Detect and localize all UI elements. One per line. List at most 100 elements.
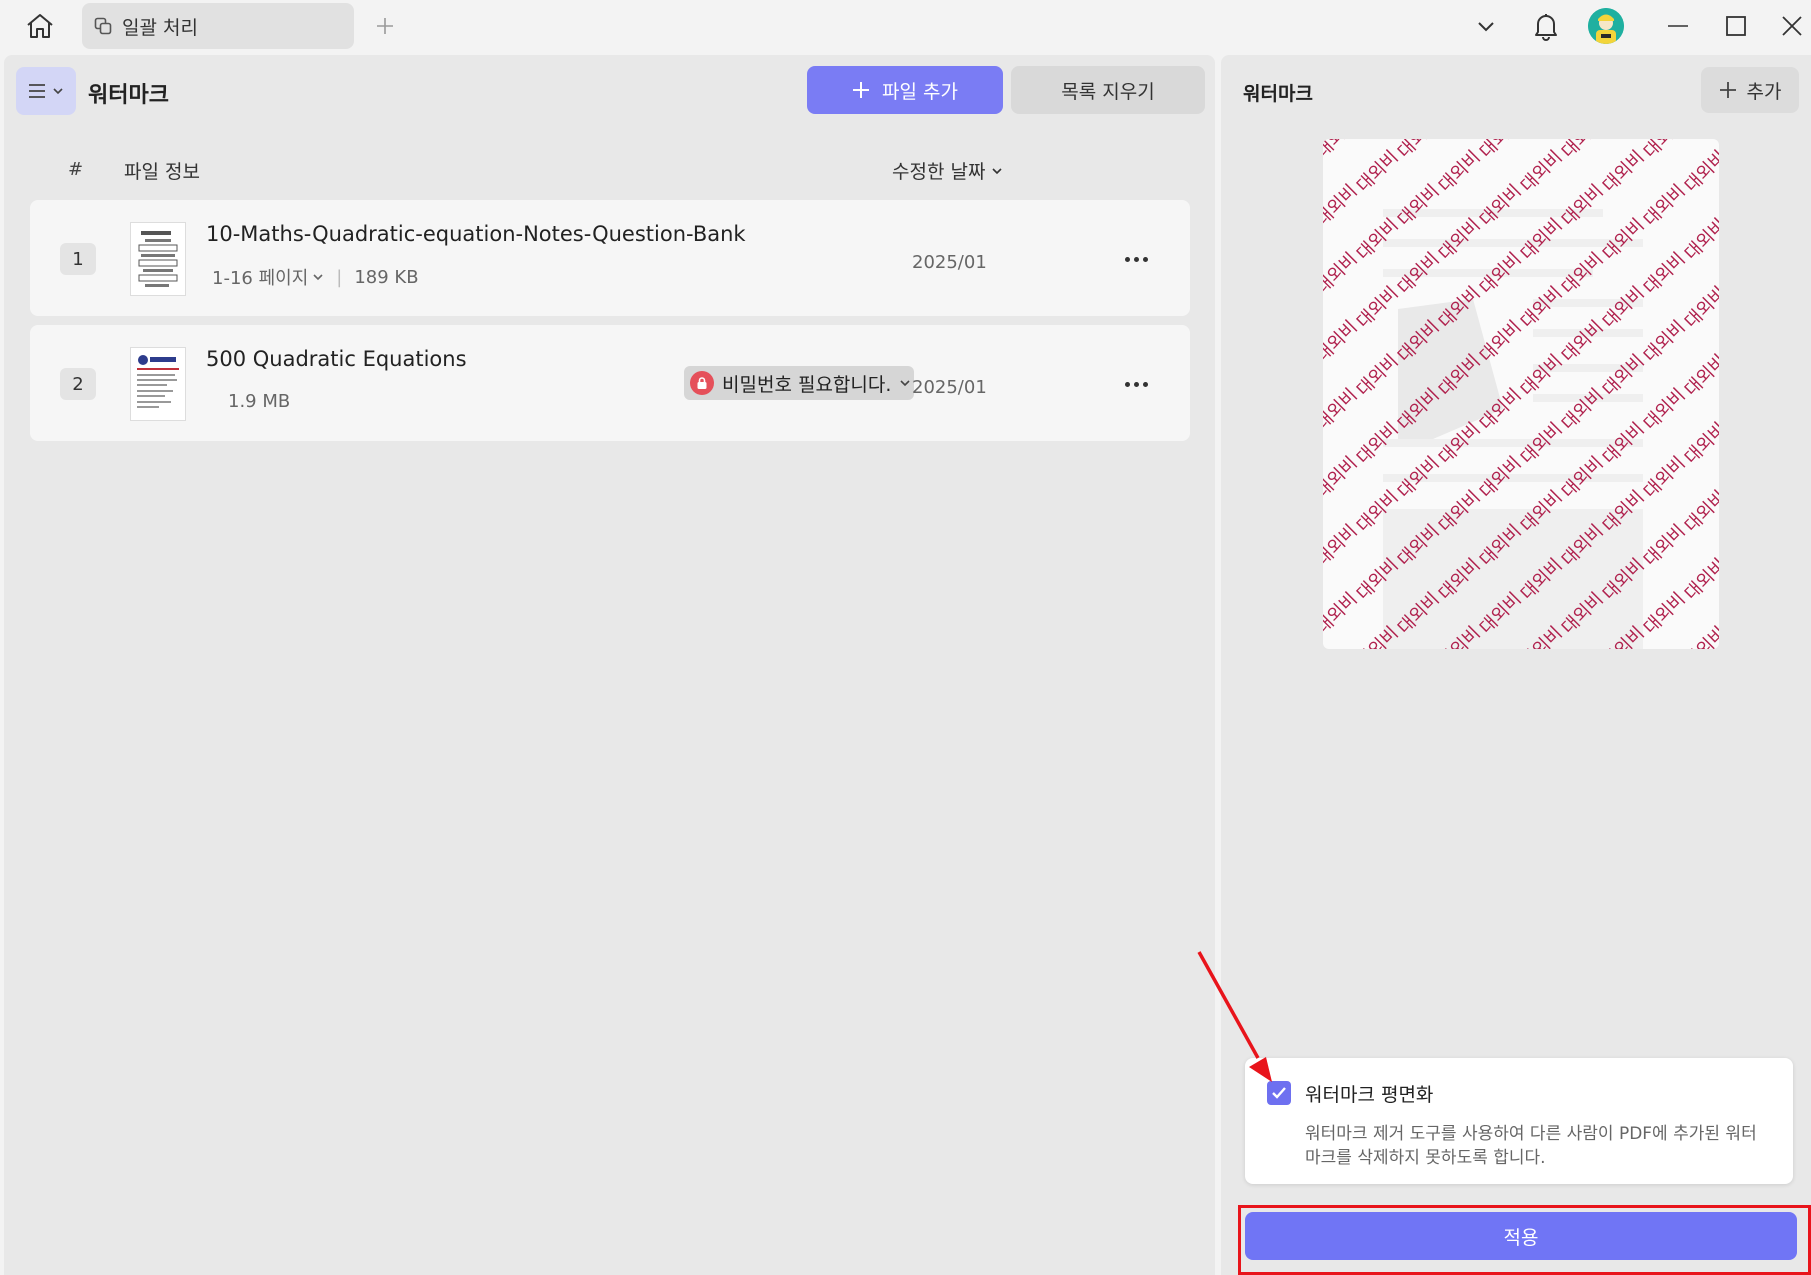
document-thumbnail-icon bbox=[137, 355, 179, 408]
watermark-panel-title: 워터마크 bbox=[1243, 83, 1313, 105]
apply-button[interactable]: 적용 bbox=[1245, 1212, 1797, 1260]
watermark-text: 대외비 bbox=[1599, 147, 1649, 197]
watermark-text: 대외비 bbox=[1353, 351, 1403, 401]
hamburger-icon bbox=[29, 84, 45, 98]
add-file-label: 파일 추가 bbox=[882, 80, 958, 103]
password-required-label: 비밀번호 필요합니다. bbox=[722, 373, 892, 396]
home-icon bbox=[27, 14, 53, 38]
more-options-button[interactable] bbox=[1114, 244, 1158, 274]
watermark-text: 대외비 bbox=[1681, 351, 1719, 401]
dot bbox=[1133, 381, 1139, 387]
user-avatar-icon bbox=[1588, 8, 1624, 44]
watermark-text: 대외비 bbox=[1394, 181, 1444, 231]
watermark-preview-canvas: 대외비 대외비 대외비 대외비 대외비대외비 대외비 대외비 대외비 대외비대외비 대외비 대외비 대… bbox=[1323, 139, 1719, 649]
copy-icon bbox=[94, 17, 112, 35]
plus-icon bbox=[853, 82, 870, 98]
watermark-text: 대외비 bbox=[1640, 139, 1690, 163]
new-tab-button[interactable] bbox=[368, 10, 402, 42]
watermark-text: 대외비 bbox=[1640, 385, 1690, 435]
plus-icon bbox=[1719, 82, 1736, 98]
chevron-down-icon bbox=[53, 88, 63, 95]
flatten-checkbox[interactable] bbox=[1267, 1081, 1291, 1105]
menu-button[interactable] bbox=[16, 67, 76, 115]
watermark-text: 대외비 bbox=[1599, 351, 1649, 401]
maximize-icon bbox=[1726, 16, 1746, 36]
watermark-text: 대외비 bbox=[1558, 385, 1608, 435]
minimize-button[interactable] bbox=[1658, 6, 1698, 46]
watermark-text: 대외비 bbox=[1681, 215, 1719, 265]
chevron-down-icon bbox=[900, 380, 910, 387]
row-number: 2 bbox=[60, 368, 96, 400]
file-row[interactable]: 2 500 Quadratic Equations 1.9 MB 비밀번호 필요… bbox=[30, 325, 1190, 441]
notifications-button[interactable] bbox=[1526, 6, 1566, 46]
watermark-text: 대외비 bbox=[1394, 139, 1444, 163]
dot bbox=[1124, 256, 1130, 262]
plus-icon bbox=[377, 18, 393, 34]
clear-list-label: 목록 지우기 bbox=[1061, 80, 1155, 103]
file-size: 1.9 MB bbox=[228, 391, 291, 412]
dot bbox=[1124, 381, 1130, 387]
watermark-text: 대외비 bbox=[1323, 385, 1362, 435]
row-number: 1 bbox=[60, 243, 96, 275]
column-header-modified-date[interactable]: 수정한 날짜 bbox=[892, 157, 1003, 184]
watermark-text: 대외비 bbox=[1681, 147, 1719, 197]
watermark-text: 대외비 bbox=[1640, 453, 1690, 503]
watermark-panel: 워터마크 추가 대외비 대외비 대외비 대외비 대외비 대외비 대외비 대외비 … bbox=[1221, 55, 1811, 1275]
minimize-icon bbox=[1668, 25, 1688, 27]
watermark-text: 대외비 bbox=[1640, 317, 1690, 367]
column-header-number: # bbox=[68, 159, 84, 180]
avatar bbox=[1588, 8, 1624, 44]
watermark-text: 대외비 bbox=[1681, 487, 1719, 537]
watermark-text: 대외비 bbox=[1476, 181, 1526, 231]
bell-icon bbox=[1535, 14, 1557, 41]
column-header-label: 수정한 날짜 bbox=[892, 161, 986, 183]
watermark-text: 대외비 bbox=[1476, 139, 1526, 163]
page-title: 워터마크 bbox=[88, 83, 169, 108]
maximize-button[interactable] bbox=[1716, 6, 1756, 46]
watermark-text: 대외비 bbox=[1517, 351, 1567, 401]
watermark-text: 대외비 bbox=[1323, 317, 1362, 367]
file-list-panel: 워터마크 파일 추가 목록 지우기 # 파일 정보 수정한 날짜 1 10-Ma… bbox=[4, 55, 1215, 1275]
close-button[interactable] bbox=[1776, 6, 1808, 46]
add-watermark-button[interactable]: 추가 bbox=[1701, 67, 1799, 113]
dot bbox=[1142, 381, 1148, 387]
watermark-text: 대외비 bbox=[1353, 283, 1403, 333]
file-size: 189 KB bbox=[354, 266, 419, 288]
watermark-text: 대외비 bbox=[1517, 283, 1567, 333]
close-icon bbox=[1782, 16, 1802, 36]
watermark-text: 대외비 bbox=[1517, 147, 1567, 197]
add-file-button[interactable]: 파일 추가 bbox=[807, 66, 1003, 114]
page-range: 1-16 페이지 bbox=[212, 268, 309, 289]
watermark-text: 대외비 bbox=[1323, 453, 1362, 503]
file-name: 500 Quadratic Equations bbox=[206, 347, 467, 371]
tab-label: 일괄 처리 bbox=[122, 16, 198, 39]
dot bbox=[1133, 256, 1139, 262]
home-button[interactable] bbox=[22, 10, 58, 42]
flatten-label: 워터마크 평면화 bbox=[1305, 1084, 1434, 1106]
watermark-text: 대외비 bbox=[1323, 139, 1362, 163]
password-required-badge[interactable]: 비밀번호 필요합니다. bbox=[684, 366, 914, 400]
tab-batch-process[interactable]: 일괄 처리 bbox=[82, 3, 354, 49]
dot bbox=[1142, 256, 1148, 262]
avatar-button[interactable] bbox=[1586, 6, 1626, 46]
add-watermark-label: 추가 bbox=[1746, 80, 1782, 103]
chevron-down-icon bbox=[313, 274, 323, 281]
watermark-text: 대외비 bbox=[1599, 283, 1649, 333]
page-range-selector[interactable]: 1-16 페이지 bbox=[212, 264, 324, 290]
clear-list-button[interactable]: 목록 지우기 bbox=[1011, 66, 1205, 114]
watermark-text: 대외비 bbox=[1640, 249, 1690, 299]
title-bar: 일괄 처리 bbox=[0, 0, 1811, 52]
checkmark-icon bbox=[1272, 1087, 1286, 1099]
file-row[interactable]: 1 10-Maths-Quadratic-equation-Notes-Ques… bbox=[30, 200, 1190, 316]
watermark-text: 대외비 bbox=[1323, 249, 1362, 299]
chevron-down-icon bbox=[992, 167, 1003, 174]
meta-divider: | bbox=[336, 266, 343, 288]
watermark-text: 대외비 bbox=[1558, 139, 1608, 163]
watermark-text: 대외비 bbox=[1640, 521, 1690, 571]
column-header-file-info: 파일 정보 bbox=[124, 161, 200, 183]
dropdown-button[interactable] bbox=[1468, 6, 1504, 46]
watermark-text: 대외비 bbox=[1558, 317, 1608, 367]
watermark-text: 대외비 bbox=[1640, 589, 1690, 639]
more-options-button[interactable] bbox=[1114, 369, 1158, 399]
watermark-text: 대외비 bbox=[1558, 181, 1608, 231]
